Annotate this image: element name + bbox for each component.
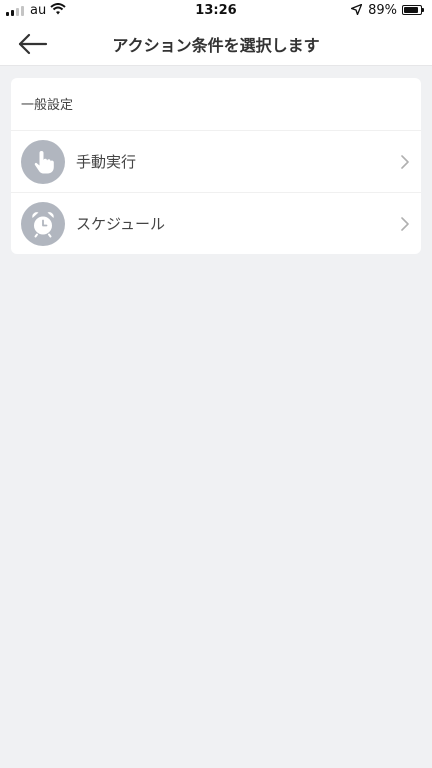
chevron-right-icon <box>401 154 409 173</box>
alarm-clock-icon <box>32 212 54 238</box>
back-button[interactable] <box>16 31 50 57</box>
nav-header: アクション条件を選択します <box>0 22 432 66</box>
general-settings-card: 一般設定 手動実行 スケジュール <box>11 78 421 254</box>
icon-badge <box>21 140 65 184</box>
arrow-left-icon <box>18 33 48 55</box>
page-title: アクション条件を選択します <box>112 36 320 55</box>
section-title: 一般設定 <box>21 98 74 113</box>
battery-percentage: 89% <box>368 3 397 18</box>
manual-run-item[interactable]: 手動実行 <box>11 130 421 193</box>
item-label: スケジュール <box>76 215 165 233</box>
chevron-right-icon <box>401 216 409 235</box>
battery-icon <box>402 5 426 16</box>
icon-badge <box>21 202 65 246</box>
schedule-item[interactable]: スケジュール <box>11 192 421 255</box>
status-bar: au 13:26 89% <box>0 0 432 22</box>
location-arrow-icon <box>350 3 363 19</box>
item-label: 手動実行 <box>76 153 137 171</box>
hand-pointer-icon <box>34 151 54 174</box>
